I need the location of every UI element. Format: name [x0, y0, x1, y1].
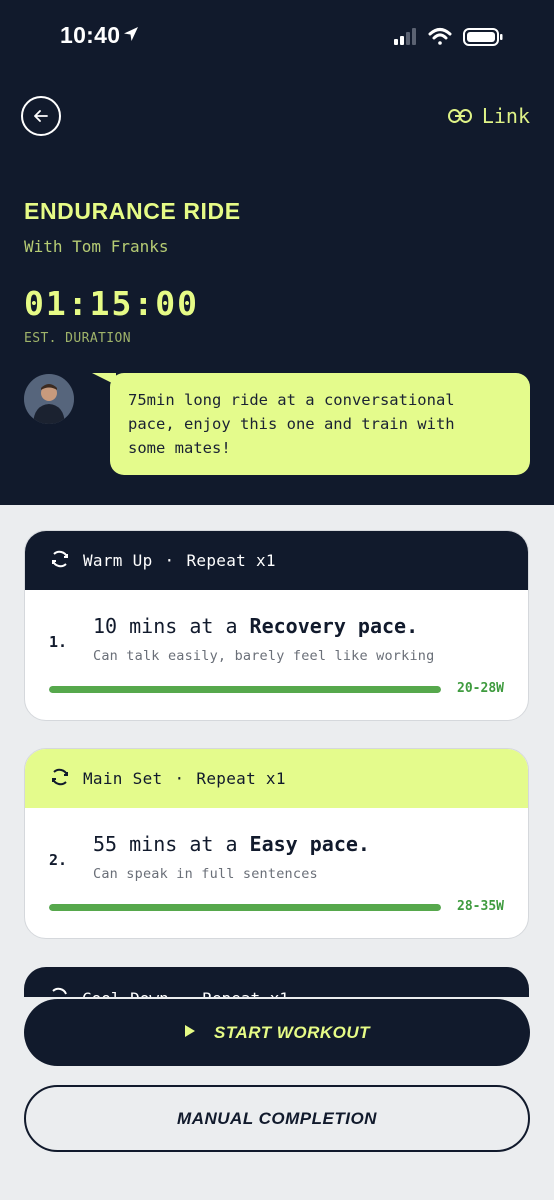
arrow-left-icon [34, 107, 48, 126]
repeat-icon [49, 548, 71, 574]
intensity-bar [49, 904, 441, 911]
intensity-bar [49, 686, 441, 693]
step-description: Can speak in full sentences [93, 866, 318, 882]
back-button[interactable] [21, 96, 61, 136]
workout-title: ENDURANCE RIDE [24, 198, 241, 224]
intensity-bar-fill [49, 686, 441, 693]
status-icons [394, 26, 506, 48]
watt-range: 20-28W [457, 681, 504, 696]
manual-completion-label: MANUAL COMPLETION [177, 1108, 377, 1128]
set-name: Warm Up [83, 551, 153, 570]
set-header: Main Set · Repeat x1 [25, 749, 528, 808]
set-separator: · [174, 769, 185, 788]
coach-name: With Tom Franks [24, 237, 169, 256]
start-workout-label: START WORKOUT [213, 1022, 371, 1042]
signal-icon [394, 28, 416, 45]
coach-avatar [24, 374, 74, 424]
step-pace: Recovery pace. [249, 614, 419, 638]
coach-message-bubble: 75min long ride at a conversational pace… [92, 373, 530, 475]
link-button[interactable]: Link [447, 104, 530, 128]
watt-range: 28-35W [457, 899, 504, 914]
wifi-icon [428, 28, 452, 45]
step-pace: Easy pace. [249, 832, 370, 856]
step-number: 2. [49, 851, 68, 869]
set-name: Main Set [83, 769, 163, 788]
status-time: 10:40 [60, 22, 140, 49]
step-description: Can talk easily, barely feel like workin… [93, 648, 435, 664]
coach-message: 75min long ride at a conversational pace… [128, 391, 455, 457]
repeat-icon [49, 766, 71, 792]
set-header: Warm Up · Repeat x1 [25, 531, 528, 590]
step-title: 10 mins at a Recovery pace. [93, 614, 419, 638]
set-separator: · [164, 551, 175, 570]
set-card-main-set[interactable]: Main Set · Repeat x1 2. 55 mins at a Eas… [24, 748, 529, 939]
duration-label: EST. DURATION [24, 331, 131, 346]
set-repeat: Repeat x1 [186, 551, 276, 570]
location-arrow-icon [122, 22, 140, 49]
battery-icon [463, 28, 503, 46]
workout-header-panel: 10:40 Link ENDURANCE RIDE With Tom Frank… [0, 0, 554, 505]
set-card-warm-up[interactable]: Warm Up · Repeat x1 1. 10 mins at a Reco… [24, 530, 529, 721]
set-repeat: Repeat x1 [196, 769, 286, 788]
step-row: 1. 10 mins at a Recovery pace. Can talk … [25, 590, 528, 720]
manual-completion-button[interactable]: MANUAL COMPLETION [24, 1085, 530, 1152]
link-icon [447, 104, 472, 128]
link-label: Link [481, 104, 530, 128]
duration-value: 01:15:00 [24, 284, 199, 323]
intensity-bar-fill [49, 904, 441, 911]
step-number: 1. [49, 633, 68, 651]
start-workout-button[interactable]: START WORKOUT [24, 999, 530, 1066]
play-icon [184, 1023, 196, 1042]
step-title: 55 mins at a Easy pace. [93, 832, 370, 856]
step-row: 2. 55 mins at a Easy pace. Can speak in … [25, 808, 528, 938]
